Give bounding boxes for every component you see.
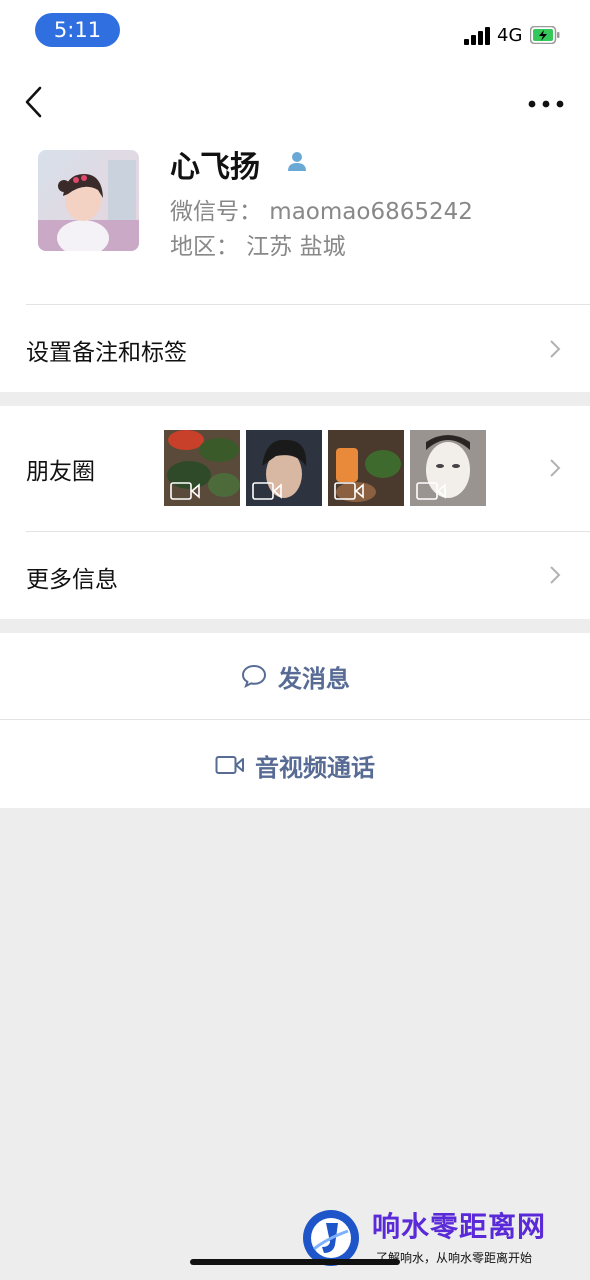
video-icon	[170, 482, 200, 500]
avatar[interactable]	[38, 150, 139, 251]
wechat-id: 微信号： maomao6865242	[170, 199, 473, 225]
profile-card: 心飞扬 微信号： maomao6865242 地区： 江苏 盐城 设置备注和标签	[0, 142, 590, 392]
moments-thumb-3[interactable]	[328, 430, 404, 506]
set-remark-label[interactable]: 设置备注和标签	[26, 333, 187, 367]
video-camera-icon	[215, 756, 244, 774]
video-icon	[252, 482, 282, 500]
network-type: 4G	[497, 25, 523, 46]
video-call-button[interactable]: 音视频通话	[0, 722, 590, 808]
actions-section: 发消息 音视频通话	[0, 633, 590, 808]
region: 地区： 江苏 盐城	[170, 234, 346, 260]
chevron-right-icon	[550, 566, 561, 584]
moments-thumb-1[interactable]	[164, 430, 240, 506]
send-message-label: 发消息	[278, 664, 350, 693]
watermark-title: 响水零距离网	[372, 1210, 547, 1243]
chevron-right-icon	[550, 459, 561, 477]
info-section: 朋友圈 更多信息	[0, 406, 590, 619]
home-indicator	[190, 1259, 400, 1265]
chat-bubble-icon	[241, 664, 267, 689]
chevron-right-icon	[550, 340, 561, 358]
video-call-label: 音视频通话	[255, 753, 375, 782]
profile-name: 心飞扬	[170, 150, 260, 185]
divider	[26, 531, 590, 532]
send-message-button[interactable]: 发消息	[0, 633, 590, 719]
moments-label[interactable]: 朋友圈	[26, 452, 95, 486]
navigation-bar	[0, 62, 590, 142]
status-bar: 5:11 4G	[0, 0, 590, 62]
battery-icon	[530, 26, 560, 44]
video-icon	[334, 482, 364, 500]
more-options-icon[interactable]	[524, 84, 568, 124]
contact-person-icon	[288, 152, 306, 171]
back-icon[interactable]	[20, 82, 50, 122]
signal-icon	[464, 27, 492, 45]
moments-thumb-2[interactable]	[246, 430, 322, 506]
more-info-label[interactable]: 更多信息	[26, 560, 118, 594]
divider	[26, 304, 590, 305]
moments-thumb-4[interactable]	[410, 430, 486, 506]
divider	[0, 719, 590, 720]
video-icon	[416, 482, 446, 500]
status-time: 5:11	[35, 13, 120, 47]
